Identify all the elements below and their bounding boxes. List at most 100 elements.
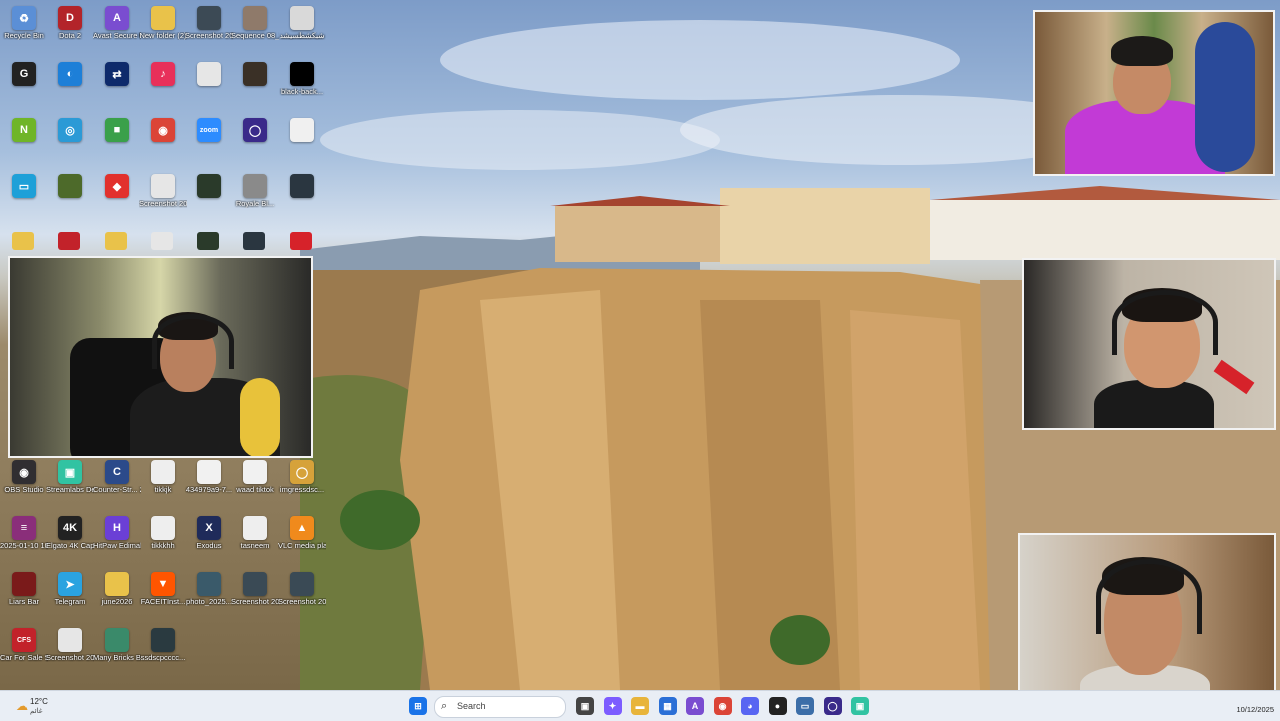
desktop-icon[interactable]: D Dota 2	[46, 2, 94, 56]
desktop-icon[interactable]	[278, 170, 326, 224]
app-ring-icon[interactable]: ◯	[823, 697, 842, 715]
desktop-icon[interactable]: X Exodus	[185, 512, 233, 566]
streamlabs-icon[interactable]: ▣	[851, 697, 869, 715]
desktop-icon[interactable]	[231, 58, 279, 112]
desktop-icon-partial[interactable]	[197, 232, 219, 250]
desktop-icon[interactable]: ◯	[231, 114, 279, 168]
recycle-bin-icon: ♻	[12, 6, 36, 30]
anydesk-icon: ◆	[105, 174, 129, 198]
desktop-icon-partial[interactable]	[58, 232, 80, 250]
desktop-icon-label: Exodus	[196, 542, 222, 550]
desktop-icon-partial[interactable]	[105, 232, 127, 250]
desktop-icon[interactable]: 434979a9-7...	[185, 456, 233, 510]
desktop-icon[interactable]: tasneem	[231, 512, 279, 566]
desktop-icon[interactable]: N	[0, 114, 48, 168]
app-globe-icon: ◎	[58, 118, 82, 142]
desktop-icon[interactable]: Many Bricks Breaker	[93, 624, 141, 678]
phone-image-icon	[197, 460, 221, 484]
task-view-icon[interactable]: ▣	[576, 697, 594, 715]
weather-condition: غائم	[30, 708, 43, 715]
desktop-icon[interactable]: ≡ 2025-01-10 10-37-52	[0, 512, 48, 566]
desktop-icon[interactable]: ◯ imgressdsc...	[278, 456, 326, 510]
desktop-icon[interactable]: CFS Car For Sale Simulator ...	[0, 624, 48, 678]
desktop-icon[interactable]: Royale Bl...	[231, 170, 279, 224]
desktop-icon[interactable]: Screenshot 2025-09...	[278, 568, 326, 622]
discord-icon[interactable]: ◕	[741, 697, 759, 715]
desktop-icon[interactable]: ◉	[139, 114, 187, 168]
app-window-icon[interactable]: ▭	[796, 697, 814, 715]
desktop-icon[interactable]: ◉ OBS Studio	[0, 456, 48, 510]
desktop-icon-partial[interactable]	[243, 232, 265, 250]
desktop-icon[interactable]: H HitPaw Edimakor	[93, 512, 141, 566]
desktop-icon[interactable]: ▭	[0, 170, 48, 224]
desktop-icon-label: OBS Studio	[4, 486, 44, 494]
desktop-icon-label: Avast Secure Browser	[93, 32, 141, 40]
desktop-icon-partial[interactable]	[151, 232, 173, 250]
folder-icon	[151, 6, 175, 30]
copilot-icon[interactable]: ✦	[603, 697, 622, 715]
desktop-icon[interactable]: Sequence 08_1	[231, 2, 279, 56]
desktop-icon[interactable]: waad tiktok	[231, 456, 279, 510]
desktop-icon[interactable]: tikkkhh	[139, 512, 187, 566]
desktop-icon[interactable]: Screenshot 2025-09-2...	[139, 170, 187, 224]
image-file-icon	[290, 118, 314, 142]
desktop-icon[interactable]: A Avast Secure Browser	[93, 2, 141, 56]
desktop-icon-partial[interactable]	[290, 232, 312, 250]
file-explorer-icon[interactable]: ▬	[631, 697, 649, 715]
desktop-icon[interactable]: شبكشطسيشد	[278, 2, 326, 56]
desktop-icon[interactable]: ♪	[139, 58, 187, 112]
avast-browser-icon[interactable]: A	[686, 697, 704, 715]
desktop-icon[interactable]: ▼ FACEITInst...	[139, 568, 187, 622]
desktop-icon[interactable]: ♻ Recycle Bin	[0, 2, 48, 56]
desktop-icon-label: Royale Bl...	[235, 200, 275, 208]
chrome-icon[interactable]: ◉	[713, 697, 732, 715]
desktop-icon[interactable]: ▣ Streamlabs Desktop	[46, 456, 94, 510]
desktop-icon[interactable]: ◎	[46, 114, 94, 168]
desktop-icon[interactable]: Screenshot 2025-09oo...	[185, 2, 233, 56]
desktop-icon-label: black-back...	[280, 88, 324, 96]
desktop-icon-label: New folder (2)	[139, 32, 187, 40]
desktop-icon[interactable]: Screenshot 2025-06-28...	[46, 624, 94, 678]
desktop-icon[interactable]	[278, 114, 326, 168]
image-file-icon	[243, 174, 267, 198]
image-file-icon	[290, 6, 314, 30]
webcam-bottom-right	[1018, 533, 1276, 709]
desktop-icon[interactable]: ➤ Telegram	[46, 568, 94, 622]
system-clock[interactable]: 10/12/2025	[1196, 695, 1274, 714]
desktop-icon[interactable]: zoom	[185, 114, 233, 168]
desktop-icon[interactable]: ◐	[46, 58, 94, 112]
desktop-icon[interactable]: C Counter-Str... 2	[93, 456, 141, 510]
desktop-icon[interactable]: 4K Elgato 4K Capture...	[46, 512, 94, 566]
desktop-icon[interactable]	[185, 58, 233, 112]
text-file-icon	[151, 460, 175, 484]
desktop-icon[interactable]	[185, 170, 233, 224]
desktop-icon[interactable]: ⇄	[93, 58, 141, 112]
desktop-icon-label: Dota 2	[58, 32, 82, 40]
microsoft-store-icon[interactable]: ▦	[658, 697, 677, 715]
taskbar-search[interactable]: ⌕ Search	[434, 696, 566, 718]
folder-icon	[105, 572, 129, 596]
app-black-icon[interactable]: ●	[768, 697, 787, 715]
desktop-icon[interactable]: ■	[93, 114, 141, 168]
desktop-icon[interactable]: New folder (2)	[139, 2, 187, 56]
desktop-icon[interactable]: Screenshot 2025-09-08...	[231, 568, 279, 622]
desktop-icon[interactable]: june2026	[93, 568, 141, 622]
start-button[interactable]: ⊞	[409, 697, 427, 715]
desktop-icon[interactable]: ssdscpcccc...	[139, 624, 187, 678]
desktop-icon[interactable]: ◆	[93, 170, 141, 224]
desktop-icon-label: VLC media player	[278, 542, 326, 550]
telegram-icon: ➤	[58, 572, 82, 596]
desktop-icon-partial[interactable]	[12, 232, 34, 250]
desktop-icon[interactable]	[46, 170, 94, 224]
desktop-icon[interactable]: black-back...	[278, 58, 326, 112]
phone-image-icon	[197, 174, 221, 198]
desktop-icon[interactable]: tikkjk	[139, 456, 187, 510]
desktop-icon[interactable]: photo_2025...	[185, 568, 233, 622]
webcam-top-right	[1033, 10, 1275, 176]
desktop-icon[interactable]: G	[0, 58, 48, 112]
desktop-icon[interactable]: ▲ VLC media player	[278, 512, 326, 566]
desktop-icon[interactable]: Liars Bar	[0, 568, 48, 622]
weather-widget[interactable]: ☁ 12°C غائم	[14, 695, 74, 719]
desktop-icon-label: FACEITInst...	[140, 598, 186, 606]
elgato-icon: 4K	[58, 516, 82, 540]
